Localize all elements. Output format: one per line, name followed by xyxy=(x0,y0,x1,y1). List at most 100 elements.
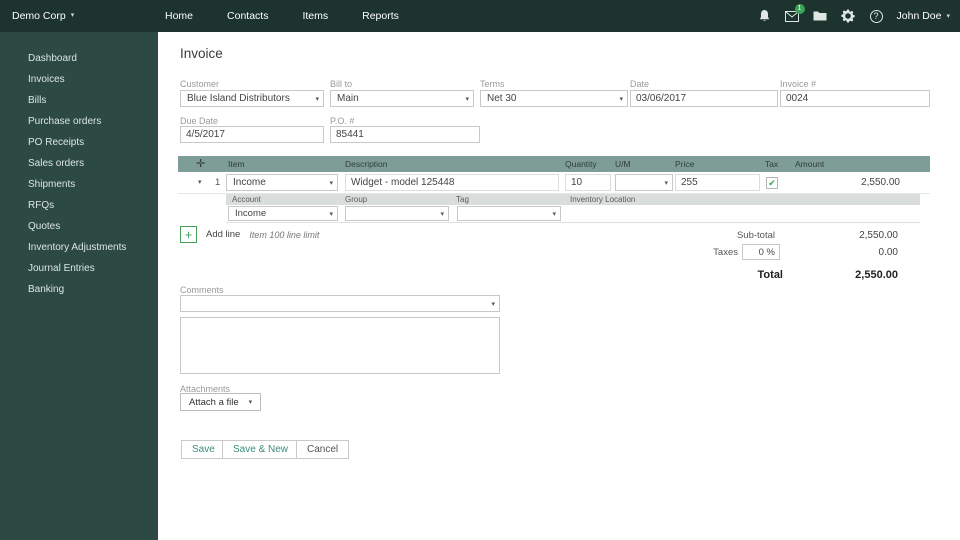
invoice-number-input[interactable] xyxy=(780,90,930,107)
col-header-price: Price xyxy=(675,159,695,169)
group-select[interactable]: ▾ xyxy=(345,206,449,221)
sub-row: Income ▾ ▾ ▾ xyxy=(226,205,920,223)
amount-value: 2,550.00 xyxy=(861,177,900,188)
chevron-down-icon: ▾ xyxy=(619,95,623,103)
gear-icon[interactable] xyxy=(841,9,856,24)
sidebar: Dashboard Invoices Bills Purchase orders… xyxy=(0,32,158,540)
sidebar-item-journal-entries[interactable]: Journal Entries xyxy=(0,258,158,279)
chevron-down-icon: ▾ xyxy=(664,179,668,187)
tax-checkbox[interactable]: ✔ xyxy=(766,177,778,189)
terms-label: Terms xyxy=(480,79,505,89)
sidebar-item-banking[interactable]: Banking xyxy=(0,279,158,300)
chevron-down-icon: ▾ xyxy=(946,13,950,20)
cancel-button[interactable]: Cancel xyxy=(296,440,350,459)
sidebar-item-purchase-orders[interactable]: Purchase orders xyxy=(0,111,158,132)
save-button[interactable]: Save xyxy=(181,440,226,459)
chevron-down-icon: ▾ xyxy=(70,12,75,19)
user-menu[interactable]: John Doe ▾ xyxy=(897,10,950,22)
po-number-label: P.O. # xyxy=(330,116,355,126)
sidebar-item-bills[interactable]: Bills xyxy=(0,90,158,111)
user-name: John Doe xyxy=(896,10,942,22)
comments-textarea[interactable] xyxy=(180,317,500,374)
customer-label: Customer xyxy=(180,79,220,89)
col-header-uom: U/M xyxy=(615,159,631,169)
help-icon[interactable]: ? xyxy=(869,9,884,24)
main-nav: Home Contacts Items Reports xyxy=(148,0,416,32)
col-header-quantity: Quantity xyxy=(565,159,597,169)
chevron-down-icon: ▾ xyxy=(440,210,444,218)
chevron-down-icon: ▾ xyxy=(329,210,333,218)
top-navbar: Demo Corp ▾ Home Contacts Items Reports … xyxy=(0,0,960,32)
tax-amount-value: 0.00 xyxy=(878,247,898,258)
sidebar-item-sales-orders[interactable]: Sales orders xyxy=(0,153,158,174)
invoice-number-label: Invoice # xyxy=(780,79,817,89)
sidebar-item-invoices[interactable]: Invoices xyxy=(0,69,158,90)
sub-col-tag: Tag xyxy=(456,195,469,204)
sub-header-row: Account Group Tag Inventory Location xyxy=(226,194,920,205)
message-count-badge: 1 xyxy=(794,3,805,14)
row-number: 1 xyxy=(215,177,221,188)
nav-right-group: 1 ? John Doe ▾ xyxy=(757,0,950,32)
tag-select[interactable]: ▾ xyxy=(457,206,561,221)
bill-to-label: Bill to xyxy=(330,79,353,89)
due-date-input[interactable] xyxy=(180,126,324,143)
price-input[interactable] xyxy=(675,174,760,191)
uom-select[interactable]: ▾ xyxy=(615,174,673,191)
sidebar-item-shipments[interactable]: Shipments xyxy=(0,174,158,195)
subtotal-value: 2,550.00 xyxy=(859,230,898,241)
nav-item-items[interactable]: Items xyxy=(285,0,345,32)
bill-to-select[interactable]: Main ▾ xyxy=(330,90,474,107)
add-line-label: Add line xyxy=(206,229,241,240)
terms-select[interactable]: Net 30 ▾ xyxy=(480,90,628,107)
table-row: ▾ 1 Income ▾ ▾ ✔ 2,550.00 xyxy=(178,172,930,194)
quantity-input[interactable] xyxy=(565,174,611,191)
customer-select[interactable]: Blue Island Distributors ▾ xyxy=(180,90,324,107)
attach-file-button[interactable]: Attach a file ▾ xyxy=(180,393,262,411)
total-value: 2,550.00 xyxy=(855,269,898,281)
line-items-table: ✛ Item Description Quantity U/M Price Ta… xyxy=(178,156,930,223)
sub-col-inventory-location: Inventory Location xyxy=(570,195,636,204)
messages-icon[interactable]: 1 xyxy=(785,3,805,24)
comments-select[interactable]: ▾ xyxy=(180,295,500,312)
main-content: Invoice Customer Blue Island Distributor… xyxy=(158,32,960,540)
bell-icon[interactable] xyxy=(757,9,772,24)
taxes-label: Taxes xyxy=(713,247,738,258)
chevron-down-icon: ▾ xyxy=(329,179,333,187)
comments-label: Comments xyxy=(180,285,224,295)
description-input[interactable] xyxy=(345,174,559,191)
tax-rate-input[interactable] xyxy=(742,244,780,260)
chevron-down-icon: ▾ xyxy=(491,300,495,308)
sidebar-item-rfqs[interactable]: RFQs xyxy=(0,195,158,216)
item-select[interactable]: Income ▾ xyxy=(226,174,338,191)
company-menu[interactable]: Demo Corp ▾ xyxy=(12,0,74,32)
col-header-amount: Amount xyxy=(795,159,825,169)
add-line-button[interactable]: + xyxy=(180,226,197,243)
sub-col-account: Account xyxy=(232,195,261,204)
add-line-row: + Add line Item 100 line limit xyxy=(180,226,319,243)
sub-col-group: Group xyxy=(345,195,368,204)
sidebar-item-po-receipts[interactable]: PO Receipts xyxy=(0,132,158,153)
col-header-item: Item xyxy=(228,159,245,169)
nav-item-reports[interactable]: Reports xyxy=(345,0,416,32)
sidebar-item-inventory-adjustments[interactable]: Inventory Adjustments xyxy=(0,237,158,258)
table-header-row: ✛ Item Description Quantity U/M Price Ta… xyxy=(178,156,930,172)
chevron-down-icon: ▾ xyxy=(315,95,319,103)
add-line-hint: Item 100 line limit xyxy=(249,229,320,240)
date-input[interactable] xyxy=(630,90,778,107)
subtotal-label: Sub-total xyxy=(736,230,775,241)
due-date-label: Due Date xyxy=(180,116,219,126)
move-icon[interactable]: ✛ xyxy=(196,157,205,170)
sidebar-item-dashboard[interactable]: Dashboard xyxy=(0,48,158,69)
po-number-input[interactable] xyxy=(330,126,480,143)
sidebar-item-quotes[interactable]: Quotes xyxy=(0,216,158,237)
nav-item-home[interactable]: Home xyxy=(148,0,210,32)
save-and-new-button[interactable]: Save & New xyxy=(222,440,300,459)
nav-item-contacts[interactable]: Contacts xyxy=(210,0,285,32)
folder-icon[interactable] xyxy=(813,9,828,24)
account-select[interactable]: Income ▾ xyxy=(228,206,338,221)
page-title: Invoice xyxy=(180,46,223,61)
date-label: Date xyxy=(630,79,650,89)
col-header-tax: Tax xyxy=(765,159,779,169)
col-header-description: Description xyxy=(345,159,388,169)
row-expand-icon[interactable]: ▾ xyxy=(198,178,202,186)
